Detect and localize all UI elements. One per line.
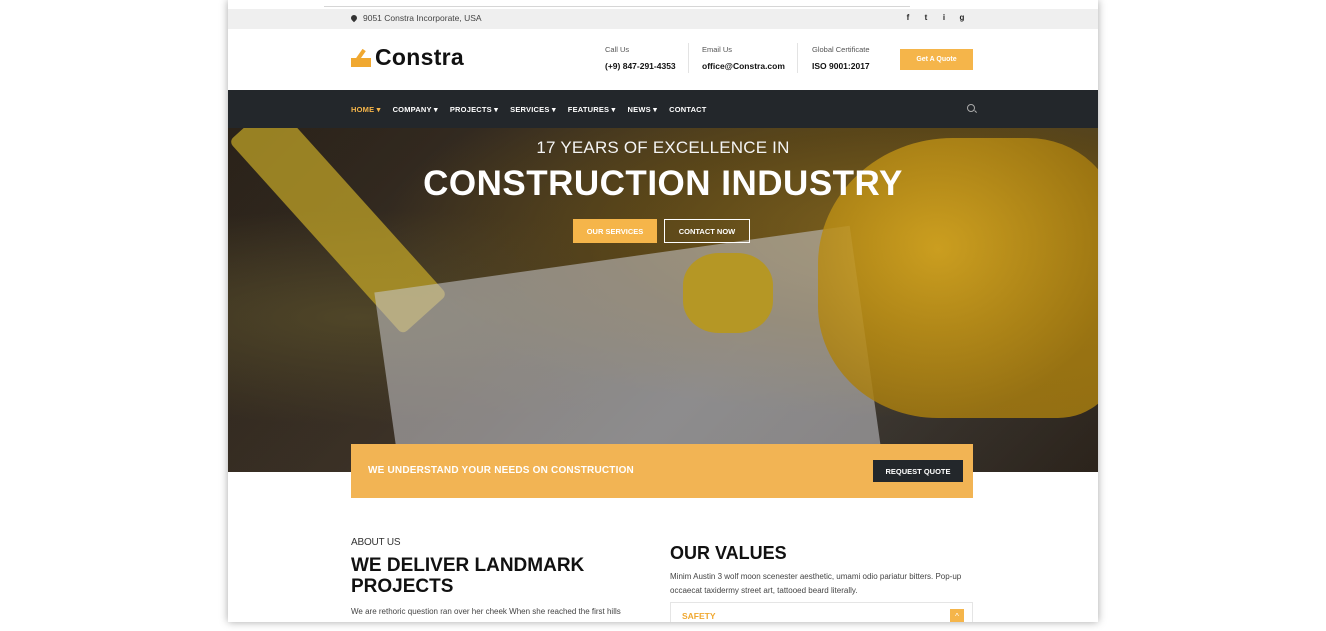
hero-banner: 17 YEARS OF EXCELLENCE IN CONSTRUCTION I… (228, 128, 1098, 472)
social-links: f t i g (904, 13, 966, 22)
divider (688, 43, 689, 73)
hero-title: CONSTRUCTION INDUSTRY (423, 164, 903, 203)
hero-image-blueprint (374, 225, 882, 472)
get-quote-button[interactable]: Get A Quote (900, 49, 973, 70)
contact-now-button[interactable]: CONTACT NOW (664, 219, 750, 243)
about-heading: WE DELIVER LANDMARK PROJECTS (351, 555, 585, 597)
about-section: ABOUT US WE DELIVER LANDMARK PROJECTS We… (351, 537, 651, 618)
top-bar: 9051 Constra Incorporate, USA f t i g (228, 9, 1098, 29)
logo-icon (351, 48, 371, 68)
cta-banner: WE UNDERSTAND YOUR NEEDS ON CONSTRUCTION… (351, 444, 973, 498)
email-info: Email Us office@Constra.com (702, 45, 785, 71)
values-section: OUR VALUES Minim Austin 3 wolf moon scen… (670, 543, 973, 598)
call-value[interactable]: (+9) 847-291-4353 (605, 61, 676, 71)
nav-item-contact[interactable]: CONTACT (669, 105, 707, 114)
cert-value: ISO 9001:2017 (812, 61, 870, 71)
nav-item-home[interactable]: HOME ▾ (351, 105, 381, 114)
values-body: Minim Austin 3 wolf moon scenester aesth… (670, 572, 962, 595)
search-icon[interactable] (967, 104, 975, 112)
our-services-button[interactable]: OUR SERVICES (573, 219, 657, 243)
nav-item-company[interactable]: COMPANY ▾ (393, 105, 438, 114)
twitter-icon[interactable]: t (922, 13, 930, 22)
divider (797, 43, 798, 73)
cert-info: Global Certificate ISO 9001:2017 (812, 45, 870, 71)
values-heading: OUR VALUES (670, 543, 787, 563)
hero-image-tape (683, 253, 773, 333)
address: 9051 Constra Incorporate, USA (349, 13, 482, 23)
github-icon[interactable]: g (958, 13, 966, 22)
address-text: 9051 Constra Incorporate, USA (363, 13, 482, 23)
accordion-safety[interactable]: SAFETY ^ (670, 602, 973, 622)
call-label: Call Us (605, 45, 630, 54)
email-label: Email Us (702, 45, 733, 54)
accordion-label: SAFETY (682, 611, 716, 621)
about-eyebrow: ABOUT US (351, 537, 401, 548)
about-body: We are rethoric question ran over her ch… (351, 607, 621, 616)
request-quote-button[interactable]: REQUEST QUOTE (873, 460, 963, 482)
cert-label: Global Certificate (812, 45, 870, 54)
hero-subtitle: 17 YEARS OF EXCELLENCE IN (536, 138, 790, 157)
page: 9051 Constra Incorporate, USA f t i g Co… (228, 0, 1098, 622)
facebook-icon[interactable]: f (904, 13, 912, 22)
nav-item-services[interactable]: SERVICES ▾ (510, 105, 556, 114)
chevron-up-icon[interactable]: ^ (950, 609, 964, 622)
nav-item-news[interactable]: NEWS ▾ (628, 105, 658, 114)
main-nav: HOME ▾ COMPANY ▾ PROJECTS ▾ SERVICES ▾ F… (228, 90, 1098, 128)
instagram-icon[interactable]: i (940, 13, 948, 22)
nav-item-projects[interactable]: PROJECTS ▾ (450, 105, 498, 114)
logo-text: Constra (375, 44, 465, 70)
header: Constra Call Us (+9) 847-291-4353 Email … (228, 29, 1098, 90)
call-info: Call Us (+9) 847-291-4353 (605, 45, 676, 71)
logo[interactable]: Constra (351, 44, 464, 71)
location-pin-icon (349, 13, 359, 23)
nav-item-features[interactable]: FEATURES ▾ (568, 105, 616, 114)
scroll-bar[interactable] (324, 0, 910, 7)
email-value[interactable]: office@Constra.com (702, 61, 785, 71)
cta-text: WE UNDERSTAND YOUR NEEDS ON CONSTRUCTION (368, 465, 634, 476)
